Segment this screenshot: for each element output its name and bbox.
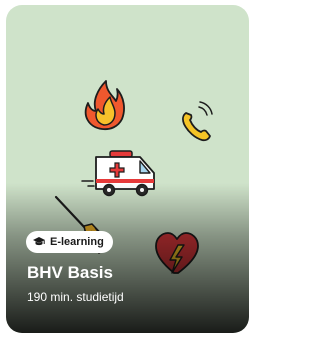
fire-icon [84,80,125,131]
course-title: BHV Basis [27,263,113,282]
graduation-cap-icon [33,237,45,246]
bottom-gradient [6,183,249,333]
study-time: 190 min. studietijd [27,290,124,304]
phone-icon [182,101,213,142]
course-card[interactable]: E-learning BHV Basis 190 min. studietijd [6,5,249,333]
category-badge: E-learning [26,231,113,253]
badge-label: E-learning [50,236,104,248]
